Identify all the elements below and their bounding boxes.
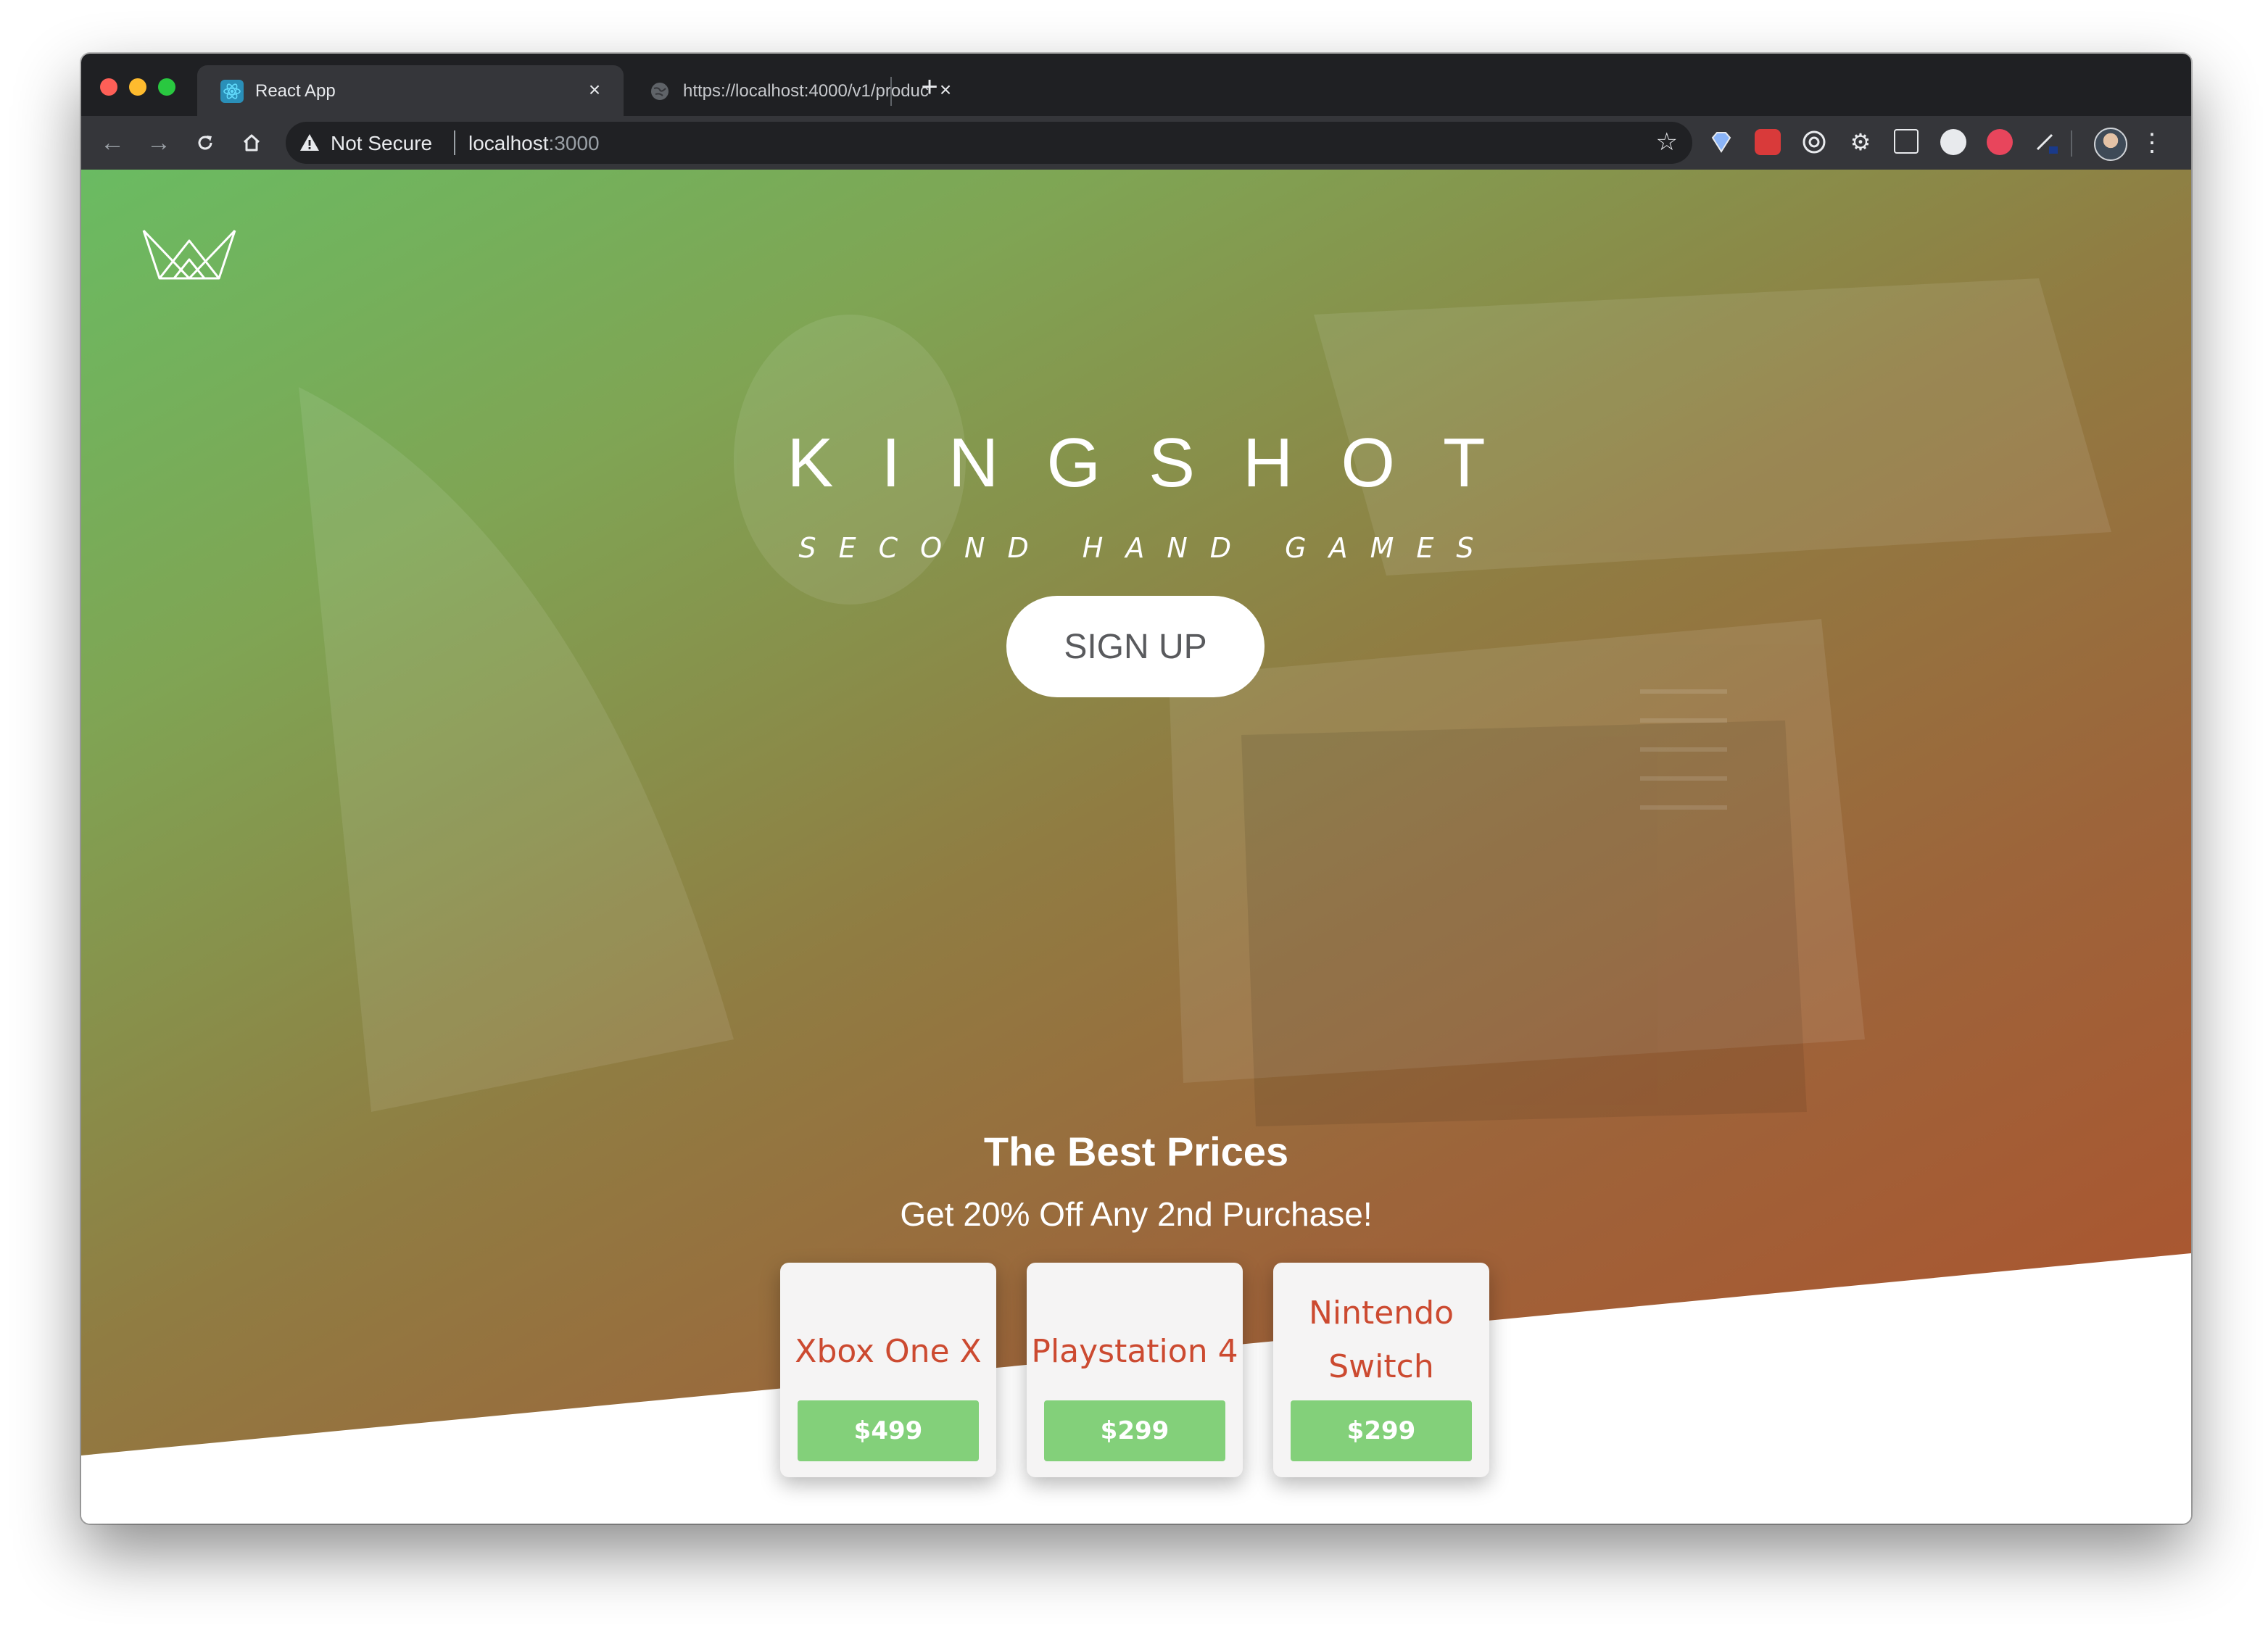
bookmark-star-icon[interactable]: ☆ xyxy=(1656,128,1678,157)
security-label[interactable]: Not Secure xyxy=(331,132,432,155)
react-icon xyxy=(220,80,244,103)
minimize-window-button[interactable] xyxy=(129,78,146,96)
warning-icon xyxy=(300,134,319,151)
box-extension-icon[interactable] xyxy=(1894,129,1919,154)
tab-strip: React App × https://localhost:4000/v1/pr… xyxy=(81,54,2191,116)
diamond-extension-icon[interactable] xyxy=(1708,129,1734,155)
brand-title: KINGSHOT xyxy=(787,424,1534,502)
tab-title: https://localhost:4000/v1/products xyxy=(683,81,930,101)
tab-divider xyxy=(890,77,892,106)
url-port: :3000 xyxy=(548,132,600,154)
globe-icon xyxy=(648,80,671,103)
profile-avatar[interactable] xyxy=(2094,128,2127,161)
red-extension-icon[interactable] xyxy=(1755,129,1781,155)
tab-title: React App xyxy=(255,81,336,101)
menu-kebab-icon[interactable]: ⋮ xyxy=(2137,125,2166,161)
target-extension-icon[interactable] xyxy=(1801,129,1827,155)
close-window-button[interactable] xyxy=(100,78,117,96)
tab-react-app[interactable]: React App × xyxy=(197,65,624,116)
url-host: localhost xyxy=(468,132,549,154)
product-name: Playstation 4 xyxy=(1031,1333,1238,1370)
product-card-xbox[interactable]: Xbox One X $499 xyxy=(780,1263,996,1477)
home-icon[interactable] xyxy=(233,125,270,161)
product-name: Nintendo Switch xyxy=(1308,1295,1454,1385)
toolbar-divider xyxy=(2071,130,2072,157)
product-card-playstation[interactable]: Playstation 4 $299 xyxy=(1027,1263,1243,1477)
signup-button[interactable]: SIGN UP xyxy=(1006,596,1265,697)
prices-subheading: Get 20% Off Any 2nd Purchase! xyxy=(900,1195,1373,1233)
browser-window: React App × https://localhost:4000/v1/pr… xyxy=(81,54,2191,1524)
browser-toolbar: ← → Not Secure localhost:3000 ☆ ⚙ ⋮ xyxy=(81,116,2191,170)
maximize-window-button[interactable] xyxy=(158,78,175,96)
reload-icon[interactable] xyxy=(187,125,223,161)
prices-heading: The Best Prices xyxy=(983,1129,1289,1174)
address-bar[interactable]: Not Secure localhost:3000 ☆ xyxy=(286,122,1692,164)
product-price-button[interactable]: $499 xyxy=(798,1400,979,1461)
crown-logo-icon xyxy=(142,229,236,280)
product-price-button[interactable]: $299 xyxy=(1291,1400,1472,1461)
page-viewport: KINGSHOT SECOND HAND GAMES SIGN UP The B… xyxy=(81,170,2191,1524)
brand-subtitle: SECOND HAND GAMES xyxy=(798,532,1497,564)
pen-extension-icon[interactable] xyxy=(2033,129,2059,155)
close-tab-icon[interactable]: × xyxy=(583,78,606,101)
gear-extension-icon[interactable]: ⚙ xyxy=(1847,129,1874,155)
new-tab-button[interactable]: + xyxy=(905,67,954,107)
url-text[interactable]: localhost:3000 xyxy=(468,132,600,155)
forward-arrow-icon[interactable]: → xyxy=(141,125,177,161)
omnibox-divider xyxy=(454,130,455,155)
pink-extension-icon[interactable] xyxy=(1987,129,2013,155)
product-name: Xbox One X xyxy=(795,1333,982,1370)
product-price-button[interactable]: $299 xyxy=(1044,1400,1225,1461)
back-arrow-icon[interactable]: ← xyxy=(94,125,131,161)
product-card-switch[interactable]: Nintendo Switch $299 xyxy=(1273,1263,1489,1477)
circle-extension-icon[interactable] xyxy=(1940,129,1966,155)
